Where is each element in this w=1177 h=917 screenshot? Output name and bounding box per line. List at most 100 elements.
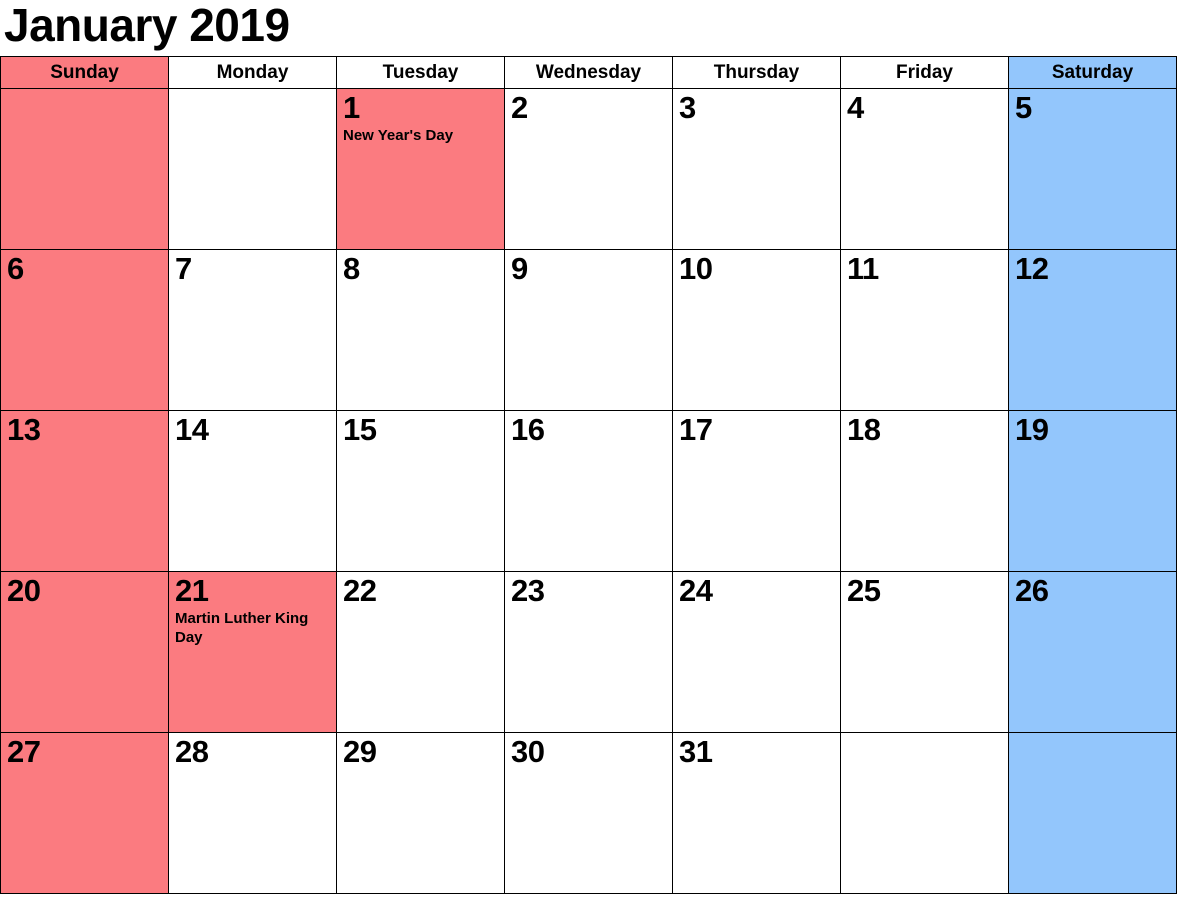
- day-number: 26: [1015, 573, 1049, 608]
- day-cell[interactable]: 19: [1008, 410, 1177, 572]
- day-cell[interactable]: 14: [168, 410, 337, 572]
- day-cell-content: 21 Martin Luther King Day: [169, 572, 336, 732]
- day-cell[interactable]: 29: [336, 732, 505, 894]
- day-cell-content: 13: [1, 411, 168, 571]
- weekday-header-saturday: Saturday: [1008, 56, 1177, 89]
- day-cell-content: 4: [841, 89, 1008, 249]
- day-cell-content: [1009, 733, 1176, 893]
- day-cell-content: 14: [169, 411, 336, 571]
- day-cell[interactable]: 17: [672, 410, 841, 572]
- weekday-header-sunday: Sunday: [0, 56, 169, 89]
- day-number: 12: [1015, 251, 1049, 286]
- day-cell[interactable]: 3: [672, 88, 841, 250]
- weekday-header-monday: Monday: [168, 56, 337, 89]
- day-cell[interactable]: 20: [0, 571, 169, 733]
- day-number: 28: [175, 734, 209, 769]
- holiday-label: New Year's Day: [343, 127, 454, 144]
- day-number: 17: [679, 412, 713, 447]
- week-row: 6 7 8 9 10 11 12: [0, 249, 1177, 411]
- weekday-header-label: Saturday: [1051, 62, 1134, 83]
- day-cell[interactable]: 6: [0, 249, 169, 411]
- day-cell[interactable]: 30: [504, 732, 673, 894]
- day-cell[interactable]: 25: [840, 571, 1009, 733]
- day-number: 27: [7, 734, 41, 769]
- day-cell-content: 15: [337, 411, 504, 571]
- empty-day-cell: [0, 88, 169, 250]
- weekday-header-label: Wednesday: [535, 62, 642, 83]
- day-cell[interactable]: 5: [1008, 88, 1177, 250]
- day-cell-content: 28: [169, 733, 336, 893]
- day-cell[interactable]: 12: [1008, 249, 1177, 411]
- day-number: 13: [7, 412, 41, 447]
- day-cell[interactable]: 23: [504, 571, 673, 733]
- day-number: 1: [343, 90, 360, 125]
- weekday-header-label: Friday: [895, 62, 954, 83]
- calendar-grid: Sunday Monday Tuesday Wednesday Thursday Frid…: [0, 56, 1177, 894]
- day-cell-content: [169, 89, 336, 249]
- day-number: 14: [175, 412, 209, 447]
- empty-day-cell: [840, 732, 1009, 894]
- day-cell-content: 11: [841, 250, 1008, 410]
- day-cell[interactable]: 28: [168, 732, 337, 894]
- weekday-header-label: Sunday: [50, 62, 119, 83]
- day-cell[interactable]: 2: [504, 88, 673, 250]
- page-title: January 2019: [4, 0, 290, 51]
- day-number: 2: [511, 90, 528, 125]
- day-cell[interactable]: 11: [840, 249, 1009, 411]
- calendar-page: January 2019 Sunday Monday Tuesday Wednesda…: [0, 0, 1177, 917]
- week-row: 13 14 15 16 17 18 19: [0, 410, 1177, 572]
- day-cell-content: 10: [673, 250, 840, 410]
- day-number: 10: [679, 251, 713, 286]
- weekday-header-tuesday: Tuesday: [336, 56, 505, 89]
- day-cell-content: 5: [1009, 89, 1176, 249]
- day-cell[interactable]: 24: [672, 571, 841, 733]
- week-row: 27 28 29 30 31: [0, 732, 1177, 894]
- day-cell[interactable]: 16: [504, 410, 673, 572]
- weekday-header-wednesday: Wednesday: [504, 56, 673, 89]
- day-number: 18: [847, 412, 881, 447]
- weekday-header-row: Sunday Monday Tuesday Wednesday Thursday Frid…: [0, 56, 1177, 89]
- day-number: 29: [343, 734, 377, 769]
- weekday-header-label: Monday: [216, 62, 289, 83]
- day-cell-content: 24: [673, 572, 840, 732]
- day-cell-content: 29: [337, 733, 504, 893]
- day-number: 6: [7, 251, 24, 286]
- day-cell-content: 6: [1, 250, 168, 410]
- day-cell[interactable]: 18: [840, 410, 1009, 572]
- day-number: 11: [847, 251, 879, 286]
- day-cell[interactable]: 1 New Year's Day: [336, 88, 505, 250]
- day-cell[interactable]: 10: [672, 249, 841, 411]
- day-cell-content: 27: [1, 733, 168, 893]
- day-cell-content: 9: [505, 250, 672, 410]
- day-cell-content: 18: [841, 411, 1008, 571]
- day-cell-content: 22: [337, 572, 504, 732]
- day-cell[interactable]: 27: [0, 732, 169, 894]
- day-cell[interactable]: 21 Martin Luther King Day: [168, 571, 337, 733]
- day-cell[interactable]: 15: [336, 410, 505, 572]
- day-cell-content: [841, 733, 1008, 893]
- day-cell-content: 17: [673, 411, 840, 571]
- day-number: 4: [847, 90, 864, 125]
- day-cell-content: 26: [1009, 572, 1176, 732]
- day-cell[interactable]: 13: [0, 410, 169, 572]
- day-cell-content: 16: [505, 411, 672, 571]
- empty-day-cell: [1008, 732, 1177, 894]
- day-number: 23: [511, 573, 545, 608]
- day-number: 8: [343, 251, 360, 286]
- day-cell-content: 1 New Year's Day: [337, 89, 504, 249]
- day-number: 16: [511, 412, 545, 447]
- day-cell[interactable]: 9: [504, 249, 673, 411]
- day-cell-content: 8: [337, 250, 504, 410]
- day-number: 31: [679, 734, 713, 769]
- day-number: 25: [847, 573, 881, 608]
- weekday-header-thursday: Thursday: [672, 56, 841, 89]
- day-cell[interactable]: 7: [168, 249, 337, 411]
- day-cell-content: [1, 89, 168, 249]
- day-cell[interactable]: 4: [840, 88, 1009, 250]
- day-cell[interactable]: 22: [336, 571, 505, 733]
- day-cell[interactable]: 31: [672, 732, 841, 894]
- day-number: 19: [1015, 412, 1049, 447]
- day-cell-content: 20: [1, 572, 168, 732]
- day-cell[interactable]: 26: [1008, 571, 1177, 733]
- day-cell[interactable]: 8: [336, 249, 505, 411]
